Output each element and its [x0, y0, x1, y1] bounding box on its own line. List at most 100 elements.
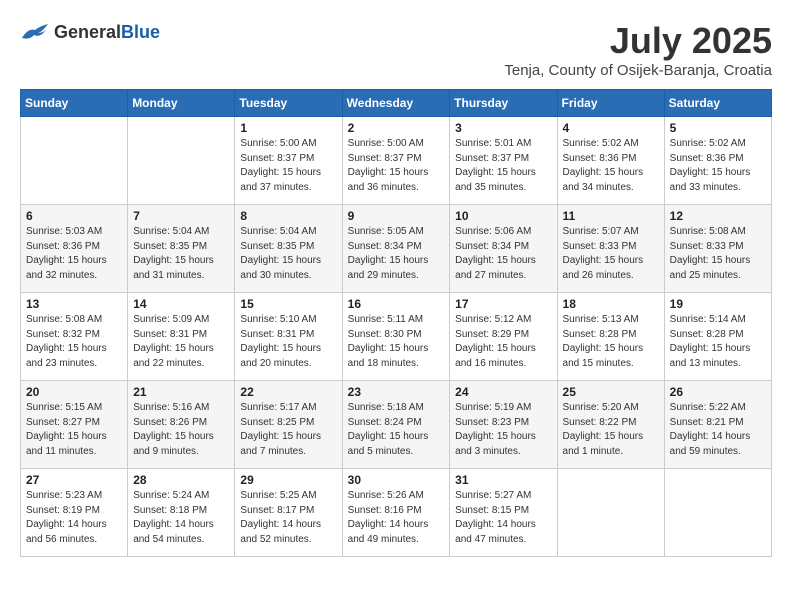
day-info: Sunrise: 5:24 AM Sunset: 8:18 PM Dayligh… — [133, 489, 229, 547]
day-number: 14 — [133, 297, 229, 311]
day-number: 18 — [563, 297, 659, 311]
day-info: Sunrise: 5:07 AM Sunset: 8:33 PM Dayligh… — [563, 225, 659, 283]
calendar-table: SundayMondayTuesdayWednesdayThursdayFrid… — [20, 89, 772, 557]
day-number: 10 — [455, 209, 551, 223]
day-number: 17 — [455, 297, 551, 311]
calendar-week-row: 6 Sunrise: 5:03 AM Sunset: 8:36 PM Daylig… — [21, 205, 772, 293]
calendar-cell: 6 Sunrise: 5:03 AM Sunset: 8:36 PM Daylig… — [21, 205, 128, 293]
calendar-cell: 25 Sunrise: 5:20 AM Sunset: 8:22 PM Dayli… — [557, 381, 664, 469]
logo-general-text: General — [54, 22, 121, 42]
calendar-week-row: 20 Sunrise: 5:15 AM Sunset: 8:27 PM Dayli… — [21, 381, 772, 469]
calendar-cell: 29 Sunrise: 5:25 AM Sunset: 8:17 PM Dayli… — [235, 469, 342, 557]
day-number: 6 — [26, 209, 122, 223]
day-header-monday: Monday — [128, 90, 235, 117]
day-info: Sunrise: 5:00 AM Sunset: 8:37 PM Dayligh… — [240, 137, 336, 195]
day-number: 21 — [133, 385, 229, 399]
day-header-sunday: Sunday — [21, 90, 128, 117]
calendar-cell: 23 Sunrise: 5:18 AM Sunset: 8:24 PM Dayli… — [342, 381, 450, 469]
day-info: Sunrise: 5:06 AM Sunset: 8:34 PM Dayligh… — [455, 225, 551, 283]
calendar-cell: 14 Sunrise: 5:09 AM Sunset: 8:31 PM Dayli… — [128, 293, 235, 381]
day-number: 1 — [240, 121, 336, 135]
calendar-week-row: 1 Sunrise: 5:00 AM Sunset: 8:37 PM Daylig… — [21, 117, 772, 205]
title-area: July 2025 Tenja, County of Osijek-Baranj… — [504, 20, 772, 79]
day-number: 31 — [455, 473, 551, 487]
day-number: 24 — [455, 385, 551, 399]
day-info: Sunrise: 5:09 AM Sunset: 8:31 PM Dayligh… — [133, 313, 229, 371]
day-number: 15 — [240, 297, 336, 311]
day-number: 5 — [670, 121, 766, 135]
calendar-cell: 27Sunrise: 5:23 AM Sunset: 8:19 PM Dayli… — [21, 469, 128, 557]
calendar-week-row: 13Sunrise: 5:08 AM Sunset: 8:32 PM Dayli… — [21, 293, 772, 381]
day-info: Sunrise: 5:14 AM Sunset: 8:28 PM Dayligh… — [670, 313, 766, 371]
calendar-cell: 8Sunrise: 5:04 AM Sunset: 8:35 PM Daylig… — [235, 205, 342, 293]
page-header: GeneralBlue July 2025 Tenja, County of O… — [20, 20, 772, 79]
calendar-cell: 5 Sunrise: 5:02 AM Sunset: 8:36 PM Daylig… — [664, 117, 771, 205]
day-number: 11 — [563, 209, 659, 223]
day-info: Sunrise: 5:01 AM Sunset: 8:37 PM Dayligh… — [455, 137, 551, 195]
day-info: Sunrise: 5:11 AM Sunset: 8:30 PM Dayligh… — [348, 313, 445, 371]
day-info: Sunrise: 5:26 AM Sunset: 8:16 PM Dayligh… — [348, 489, 445, 547]
calendar-cell: 19 Sunrise: 5:14 AM Sunset: 8:28 PM Dayli… — [664, 293, 771, 381]
day-number: 3 — [455, 121, 551, 135]
day-info: Sunrise: 5:22 AM Sunset: 8:21 PM Dayligh… — [670, 401, 766, 459]
day-number: 28 — [133, 473, 229, 487]
day-number: 19 — [670, 297, 766, 311]
calendar-cell: 15 Sunrise: 5:10 AM Sunset: 8:31 PM Dayli… — [235, 293, 342, 381]
day-info: Sunrise: 5:16 AM Sunset: 8:26 PM Dayligh… — [133, 401, 229, 459]
day-number: 25 — [563, 385, 659, 399]
day-info: Sunrise: 5:02 AM Sunset: 8:36 PM Dayligh… — [563, 137, 659, 195]
location-subtitle: Tenja, County of Osijek-Baranja, Croatia — [504, 62, 772, 79]
calendar-cell: 1 Sunrise: 5:00 AM Sunset: 8:37 PM Daylig… — [235, 117, 342, 205]
day-number: 4 — [563, 121, 659, 135]
day-info: Sunrise: 5:08 AM Sunset: 8:33 PM Dayligh… — [670, 225, 766, 283]
calendar-cell: 18 Sunrise: 5:13 AM Sunset: 8:28 PM Dayli… — [557, 293, 664, 381]
calendar-cell — [128, 117, 235, 205]
day-header-saturday: Saturday — [664, 90, 771, 117]
calendar-cell: 21 Sunrise: 5:16 AM Sunset: 8:26 PM Dayli… — [128, 381, 235, 469]
day-header-thursday: Thursday — [450, 90, 557, 117]
day-info: Sunrise: 5:05 AM Sunset: 8:34 PM Dayligh… — [348, 225, 445, 283]
day-number: 9 — [348, 209, 445, 223]
day-info: Sunrise: 5:20 AM Sunset: 8:22 PM Dayligh… — [563, 401, 659, 459]
day-info: Sunrise: 5:04 AM Sunset: 8:35 PM Dayligh… — [240, 225, 336, 283]
day-info: Sunrise: 5:19 AM Sunset: 8:23 PM Dayligh… — [455, 401, 551, 459]
calendar-cell: 31 Sunrise: 5:27 AM Sunset: 8:15 PM Dayli… — [450, 469, 557, 557]
day-info: Sunrise: 5:25 AM Sunset: 8:17 PM Dayligh… — [240, 489, 336, 547]
day-info: Sunrise: 5:00 AM Sunset: 8:37 PM Dayligh… — [348, 137, 445, 195]
day-info: Sunrise: 5:17 AM Sunset: 8:25 PM Dayligh… — [240, 401, 336, 459]
day-number: 27 — [26, 473, 122, 487]
day-info: Sunrise: 5:08 AM Sunset: 8:32 PM Dayligh… — [26, 313, 122, 371]
day-number: 29 — [240, 473, 336, 487]
day-info: Sunrise: 5:13 AM Sunset: 8:28 PM Dayligh… — [563, 313, 659, 371]
calendar-cell — [664, 469, 771, 557]
calendar-cell: 20 Sunrise: 5:15 AM Sunset: 8:27 PM Dayli… — [21, 381, 128, 469]
calendar-cell: 2 Sunrise: 5:00 AM Sunset: 8:37 PM Daylig… — [342, 117, 450, 205]
calendar-cell: 4 Sunrise: 5:02 AM Sunset: 8:36 PM Daylig… — [557, 117, 664, 205]
calendar-cell: 30 Sunrise: 5:26 AM Sunset: 8:16 PM Dayli… — [342, 469, 450, 557]
day-info: Sunrise: 5:18 AM Sunset: 8:24 PM Dayligh… — [348, 401, 445, 459]
day-number: 20 — [26, 385, 122, 399]
calendar-cell: 16 Sunrise: 5:11 AM Sunset: 8:30 PM Dayli… — [342, 293, 450, 381]
day-number: 30 — [348, 473, 445, 487]
calendar-cell — [21, 117, 128, 205]
day-number: 16 — [348, 297, 445, 311]
day-info: Sunrise: 5:27 AM Sunset: 8:15 PM Dayligh… — [455, 489, 551, 547]
calendar-week-row: 27Sunrise: 5:23 AM Sunset: 8:19 PM Dayli… — [21, 469, 772, 557]
calendar-cell: 24 Sunrise: 5:19 AM Sunset: 8:23 PM Dayli… — [450, 381, 557, 469]
day-info: Sunrise: 5:03 AM Sunset: 8:36 PM Dayligh… — [26, 225, 122, 283]
day-header-tuesday: Tuesday — [235, 90, 342, 117]
calendar-cell: 7Sunrise: 5:04 AM Sunset: 8:35 PM Daylig… — [128, 205, 235, 293]
day-number: 12 — [670, 209, 766, 223]
calendar-cell: 28 Sunrise: 5:24 AM Sunset: 8:18 PM Dayli… — [128, 469, 235, 557]
day-info: Sunrise: 5:04 AM Sunset: 8:35 PM Dayligh… — [133, 225, 229, 283]
day-number: 26 — [670, 385, 766, 399]
day-info: Sunrise: 5:15 AM Sunset: 8:27 PM Dayligh… — [26, 401, 122, 459]
day-number: 23 — [348, 385, 445, 399]
calendar-cell: 12 Sunrise: 5:08 AM Sunset: 8:33 PM Dayli… — [664, 205, 771, 293]
day-number: 2 — [348, 121, 445, 135]
day-header-wednesday: Wednesday — [342, 90, 450, 117]
day-info: Sunrise: 5:02 AM Sunset: 8:36 PM Dayligh… — [670, 137, 766, 195]
calendar-cell: 11 Sunrise: 5:07 AM Sunset: 8:33 PM Dayli… — [557, 205, 664, 293]
day-info: Sunrise: 5:10 AM Sunset: 8:31 PM Dayligh… — [240, 313, 336, 371]
calendar-cell — [557, 469, 664, 557]
